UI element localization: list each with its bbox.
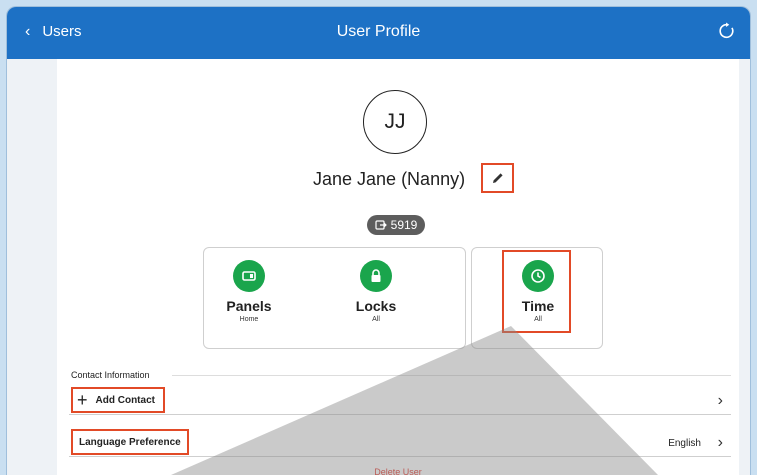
- feature-sub: All: [372, 316, 380, 323]
- feature-name: Panels: [226, 298, 272, 314]
- profile-card: JJ Jane Jane (Nanny) 5919 Panels Home Lo…: [57, 59, 739, 475]
- section-label: Contact Information: [71, 370, 150, 380]
- add-contact-label: Add Contact: [95, 394, 155, 406]
- feature-tile-group: Panels Home Locks All: [203, 247, 466, 349]
- refresh-icon[interactable]: [718, 22, 736, 40]
- access-code-badge: 5919: [367, 215, 425, 235]
- delete-user-button[interactable]: Delete User: [57, 467, 739, 475]
- avatar-initials: JJ: [384, 110, 406, 133]
- feature-sub: Home: [239, 316, 259, 323]
- app-frame: ‹ Users User Profile JJ Jane Jane (Nanny…: [6, 6, 751, 475]
- language-preference-row[interactable]: Language Preference English ›: [69, 429, 731, 457]
- chevron-right-icon: ›: [717, 392, 723, 409]
- feature-locks[interactable]: Locks All: [331, 260, 421, 323]
- add-contact-row[interactable]: + Add Contact ›: [69, 387, 731, 415]
- panel-icon: [233, 260, 265, 292]
- language-preference-label: Language Preference: [71, 429, 189, 455]
- edit-name-button[interactable]: [481, 163, 514, 193]
- divider: [172, 375, 731, 376]
- chevron-right-icon: ›: [717, 434, 723, 451]
- plus-icon: +: [77, 390, 88, 410]
- avatar: JJ: [363, 90, 427, 154]
- language-value: English: [668, 438, 701, 449]
- lock-icon: [360, 260, 392, 292]
- pencil-icon: [492, 173, 503, 183]
- keypad-code-icon: [375, 220, 387, 230]
- feature-panels[interactable]: Panels Home: [204, 260, 294, 323]
- user-name: Jane Jane (Nanny): [313, 169, 466, 189]
- access-code: 5919: [390, 218, 418, 232]
- feature-name: Locks: [355, 298, 397, 314]
- page-title: User Profile: [336, 23, 421, 40]
- time-highlight-box: [502, 250, 571, 333]
- top-bar: ‹ Users User Profile: [7, 7, 750, 59]
- add-contact-button[interactable]: + Add Contact: [71, 387, 165, 413]
